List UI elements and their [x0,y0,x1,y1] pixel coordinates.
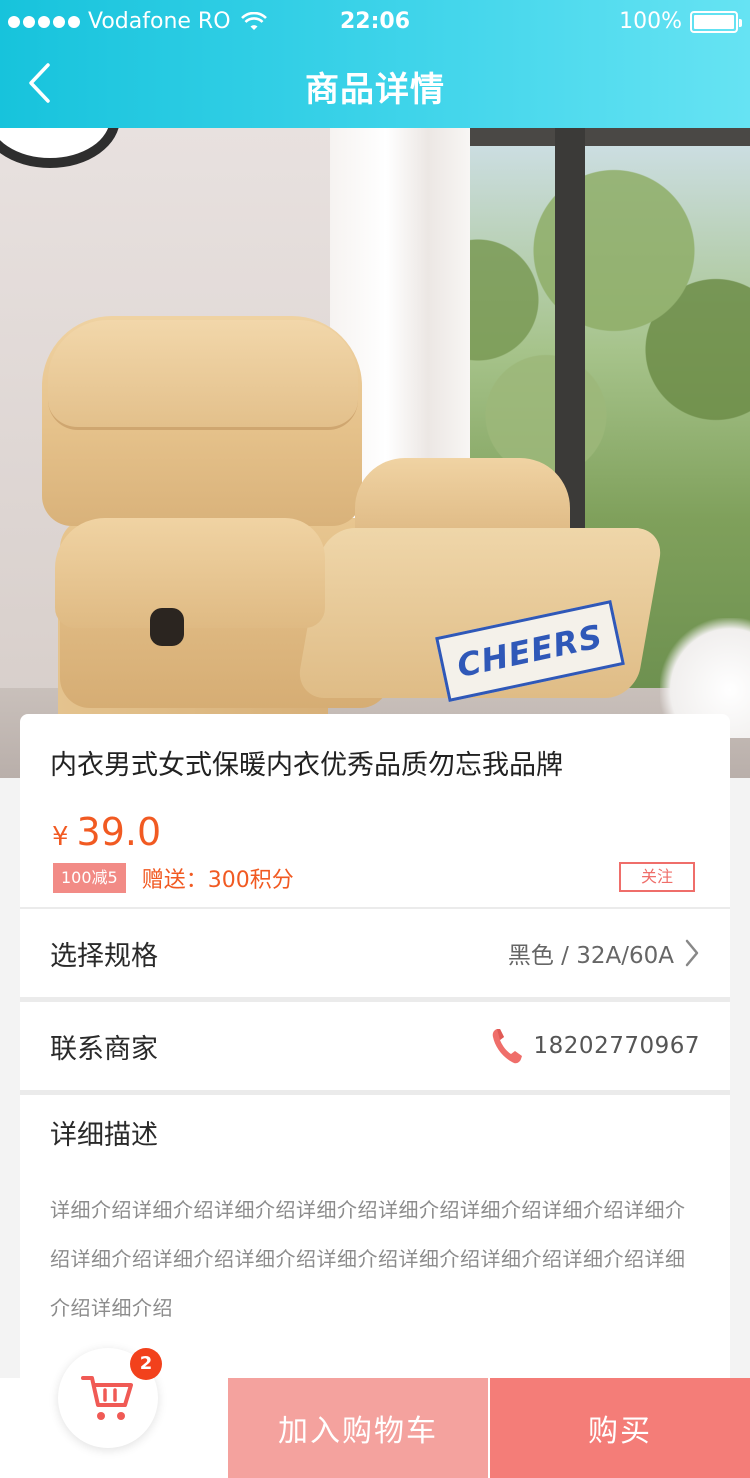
promo-row: 100减5 赠送：300积分 [53,862,294,894]
contact-label: 联系商家 [50,1033,158,1065]
shopping-cart-icon [81,1376,133,1420]
spec-selector-row[interactable]: 选择规格 黑色 / 32A/60A [20,909,730,997]
spec-value-wrap: 黑色 / 32A/60A [508,936,700,970]
contact-wrap: 18202770967 [490,1027,700,1065]
chevron-right-icon [685,939,699,967]
promo-badge: 100减5 [53,863,126,893]
page-title: 商品详情 [305,70,445,110]
status-right: 100% [619,9,742,34]
product-title: 内衣男式女式保暖内衣优秀品质勿忘我品牌 [50,750,563,781]
follow-button[interactable]: 关注 [619,862,695,892]
nav-bar: 商品详情 [0,42,750,128]
phone-icon[interactable] [490,1027,524,1065]
product-image: CHEERS [0,128,750,778]
price: ¥ 39.0 [52,810,161,854]
phone-number[interactable]: 18202770967 [534,1033,700,1059]
product-info-card: 内衣男式女式保暖内衣优秀品质勿忘我品牌 ¥ 39.0 100减5 赠送：300积… [20,714,730,1381]
description-title: 详细描述 [50,1120,158,1151]
battery-icon [690,10,742,33]
cart-area: 2 [0,1348,228,1478]
description-section: 详细描述 详细介绍详细介绍详细介绍详细介绍详细介绍详细介绍详细介绍详细介绍详细介… [20,1095,730,1381]
contact-merchant-row[interactable]: 联系商家 18202770967 [20,1002,730,1090]
status-bar: Vodafone RO 22:06 100% [0,0,750,42]
cart-count-badge: 2 [130,1348,162,1380]
spec-value: 黑色 / 32A/60A [507,943,674,969]
price-value: 39.0 [76,810,162,854]
battery-percent: 100% [619,9,682,34]
bottom-action-bar: 2 加入购物车 购买 [0,1348,750,1478]
header: Vodafone RO 22:06 100% 商品详情 [0,0,750,128]
gift-points-text: 赠送：300积分 [141,868,294,893]
price-currency: ¥ [52,822,69,852]
description-text: 详细介绍详细介绍详细介绍详细介绍详细介绍详细介绍详细介绍详细介绍详细介绍详细介绍… [50,1198,686,1320]
add-to-cart-button[interactable]: 加入购物车 [228,1378,488,1478]
product-summary: 内衣男式女式保暖内衣优秀品质勿忘我品牌 ¥ 39.0 100减5 赠送：300积… [20,714,730,907]
spec-label: 选择规格 [50,940,158,972]
buy-button[interactable]: 购买 [488,1378,750,1478]
